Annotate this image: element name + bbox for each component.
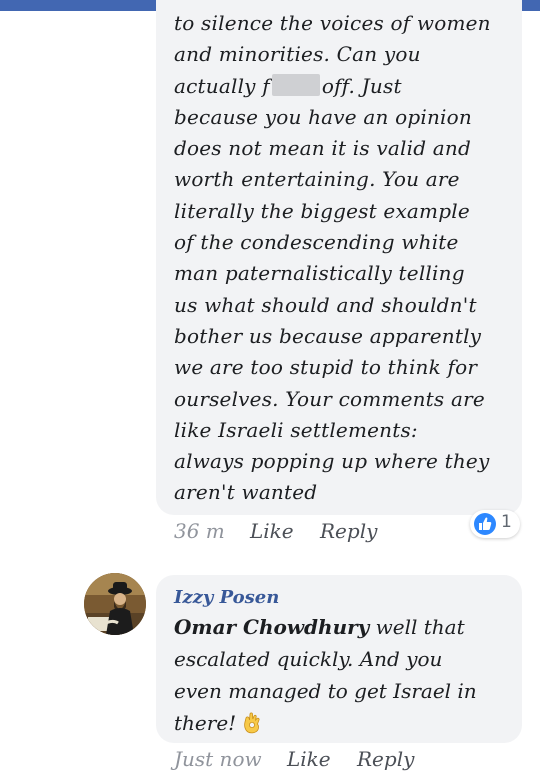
comment-line: aren't wanted [174,480,318,505]
comment-line-suffix: well that [369,615,465,639]
like-thumb-icon [474,513,496,535]
comment-line: escalated quickly. And you [174,647,443,671]
reaction-summary[interactable]: 1 [470,510,520,538]
comment-line: we are too stupid to think for [174,355,478,380]
reaction-count: 1 [501,512,512,532]
comment-line-prefix: actually f [174,73,270,98]
comment-line: always popping up where they [174,449,490,474]
ok-hand-icon [242,710,264,734]
comment-line: there! [174,707,514,739]
comment-line: bother us because apparently [174,323,482,348]
comment-line: actually f off. Just [174,71,514,102]
comment-line: even managed to get Israel in [174,679,477,703]
comment-line: to silence the voices of women [174,11,491,35]
comment-text: to silence the voices of women and minor… [174,8,514,509]
comment-line: because you have an opinion [174,104,472,129]
reply-button[interactable]: Reply [320,519,377,543]
avatar[interactable] [84,573,146,635]
comment-line-text: there! [174,711,237,735]
comment-text: Omar Chowdhury well that escalated quick… [174,611,514,739]
comment-line: worth entertaining. You are [174,167,460,192]
comment-timestamp: Just now [174,747,262,771]
reply-button[interactable]: Reply [357,747,414,771]
comment-author-name[interactable]: Izzy Posen [174,587,279,608]
comment-line-suffix: off. Just [321,73,402,98]
like-button[interactable]: Like [287,747,331,771]
censored-word [271,73,320,96]
comment-line: man paternalistically telling [174,261,465,286]
comment-line: does not mean it is valid and [174,136,471,161]
comment-line: Omar Chowdhury well that [174,611,514,643]
comment-line: literally the biggest example [174,198,470,223]
comment-line: and minorities. Can you [174,42,421,67]
comment-line: like Israeli settlements: [174,417,418,442]
comment-line: ourselves. Your comments are [174,386,485,411]
mention-link[interactable]: Omar Chowdhury [174,615,369,639]
comment-line: us what should and shouldn't [174,292,477,317]
comment-line: of the condescending white [174,230,459,255]
like-button[interactable]: Like [250,519,294,543]
comment-timestamp: 36 m [174,519,225,543]
